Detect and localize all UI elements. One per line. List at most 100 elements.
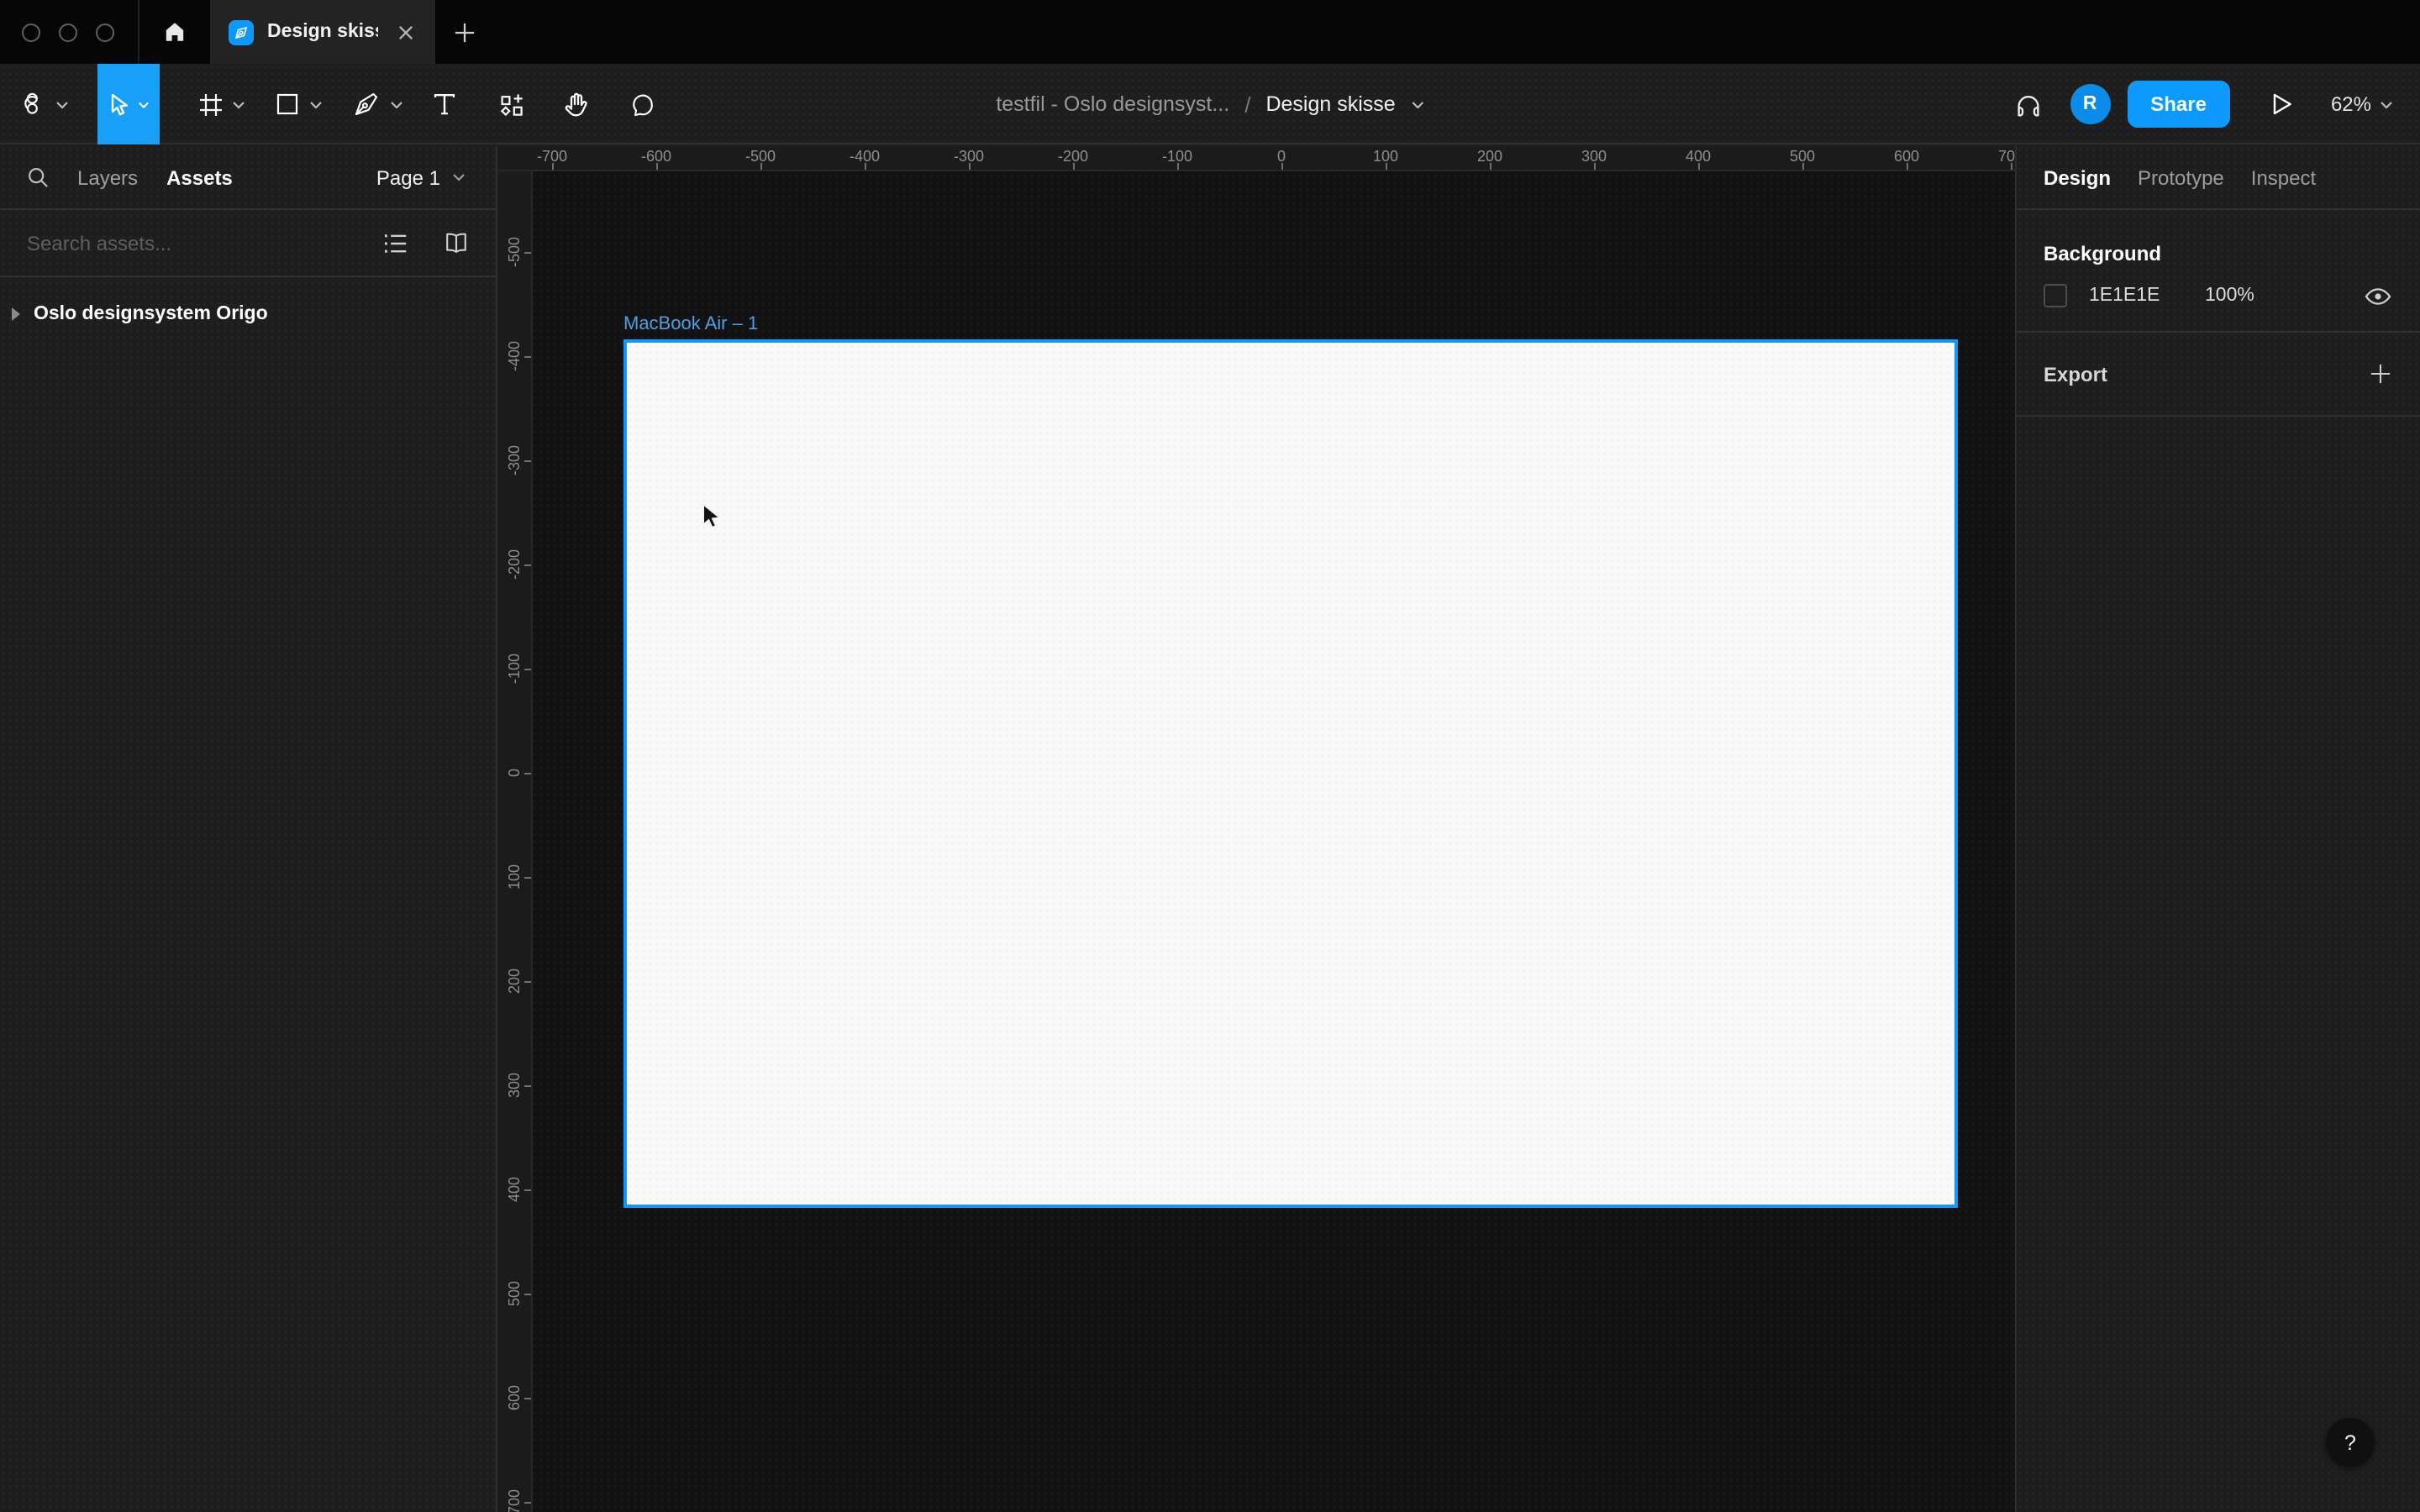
ruler-top-label: -200 xyxy=(1058,148,1088,165)
window-minimize-button[interactable] xyxy=(59,23,77,41)
comment-tool-button[interactable] xyxy=(622,64,662,144)
ruler-left-label: 200 xyxy=(506,969,523,994)
section-divider xyxy=(2017,415,2420,417)
window-zoom-button[interactable] xyxy=(96,23,114,41)
background-hex-value[interactable]: 1E1E1E xyxy=(2089,286,2205,306)
figma-menu-icon xyxy=(19,91,45,118)
headphones-icon xyxy=(2014,92,2041,117)
ruler-tick xyxy=(524,1189,531,1191)
zoom-level-control[interactable]: 62% xyxy=(2311,92,2420,116)
move-tool-chevron[interactable] xyxy=(137,100,149,108)
home-icon xyxy=(163,20,187,44)
ruler-tick xyxy=(1281,163,1282,170)
asset-tree-item[interactable]: Oslo designsystem Origo xyxy=(0,292,496,336)
move-tool-button[interactable] xyxy=(97,64,160,144)
window-controls xyxy=(0,0,138,64)
frame-label[interactable]: MacBook Air – 1 xyxy=(623,314,758,334)
ruler-tick xyxy=(524,1294,531,1295)
ruler-tick xyxy=(1385,163,1386,170)
right-panel-tabs: Design Prototype Inspect xyxy=(2017,146,2420,210)
ruler-tick xyxy=(524,773,531,774)
export-section-row: Export xyxy=(2017,333,2420,415)
ruler-tick xyxy=(864,163,865,170)
help-button[interactable]: ? xyxy=(2326,1418,2375,1467)
tab-close-icon[interactable] xyxy=(392,18,418,45)
share-button[interactable]: Share xyxy=(2127,81,2230,128)
tab-inspect[interactable]: Inspect xyxy=(2251,165,2316,189)
pen-tool-chevron[interactable] xyxy=(385,64,408,144)
window-tab-bar: Design skisse xyxy=(0,0,2420,64)
tab-layers[interactable]: Layers xyxy=(77,165,138,189)
disclosure-triangle-icon[interactable] xyxy=(12,307,20,321)
frame-tool-button[interactable] xyxy=(190,64,230,144)
assets-search-input[interactable]: Search assets... xyxy=(27,231,366,255)
list-view-icon[interactable] xyxy=(383,233,407,253)
window-close-button[interactable] xyxy=(22,23,40,41)
ruler-top-label: -700 xyxy=(537,148,567,165)
present-button[interactable] xyxy=(2254,92,2311,116)
ruler-tick xyxy=(524,669,531,670)
add-export-button[interactable] xyxy=(2370,363,2391,385)
ruler-left-label: 100 xyxy=(506,864,523,890)
ruler-left-label: 700 xyxy=(506,1489,523,1512)
ruler-left-label: -300 xyxy=(506,445,523,475)
ruler-left-label: -500 xyxy=(506,237,523,267)
ruler-top-label: 300 xyxy=(1581,148,1607,165)
home-button[interactable] xyxy=(139,0,210,64)
tab-prototype[interactable]: Prototype xyxy=(2138,165,2224,189)
toolbar: testfil - Oslo designsyst... / Design sk… xyxy=(0,64,2420,144)
background-section-title: Background xyxy=(2017,210,2420,284)
canvas-viewport[interactable]: -500-400-300-200-10001002003004005006007… xyxy=(497,146,2015,1512)
ruler-top-label: 0 xyxy=(1277,148,1286,165)
page-dropdown-chevron[interactable] xyxy=(1411,100,1424,108)
tab-design[interactable]: Design xyxy=(2044,165,2111,189)
ruler-tick xyxy=(655,163,657,170)
active-file-tab[interactable]: Design skisse xyxy=(210,0,435,64)
comment-bubble-icon xyxy=(629,92,655,117)
ruler-tick xyxy=(760,163,761,170)
background-opacity-value[interactable]: 100% xyxy=(2205,286,2365,306)
ruler-top-label: -500 xyxy=(745,148,776,165)
search-icon[interactable] xyxy=(27,166,49,188)
frame-tool-chevron[interactable] xyxy=(227,64,250,144)
hand-tool-button[interactable] xyxy=(556,64,597,144)
resources-tool-button[interactable] xyxy=(491,64,531,144)
ruler-tick xyxy=(1906,163,1907,170)
ruler-top-label: -100 xyxy=(1162,148,1192,165)
user-avatar[interactable]: R xyxy=(2070,84,2110,124)
ruler-top-label: 100 xyxy=(1373,148,1398,165)
ruler-left: -500-400-300-200-10001002003004005006007… xyxy=(497,146,533,1512)
file-type-icon xyxy=(229,19,254,45)
library-book-icon[interactable] xyxy=(444,232,469,254)
ruler-left-label: -400 xyxy=(506,341,523,371)
ruler-tick xyxy=(1802,163,1803,170)
ruler-top-label: 700 xyxy=(1998,148,2015,165)
main-menu-button[interactable] xyxy=(10,64,54,144)
visibility-eye-icon[interactable] xyxy=(2365,286,2391,305)
ruler-left-label: 400 xyxy=(506,1177,523,1202)
text-tool-button[interactable] xyxy=(424,64,464,144)
figma-app-window: Design skisse xyxy=(0,0,2420,1512)
file-path-label: testfil - Oslo designsyst... xyxy=(996,92,1229,116)
main-menu-chevron[interactable] xyxy=(50,64,74,144)
audio-call-button[interactable] xyxy=(1999,92,2056,117)
move-cursor-icon xyxy=(108,92,130,117)
page-selector[interactable]: Page 1 xyxy=(376,165,466,189)
ruler-tick xyxy=(524,564,531,566)
document-title[interactable]: testfil - Oslo designsyst... / Design sk… xyxy=(996,64,1423,144)
pen-tool-button[interactable] xyxy=(346,64,387,144)
ruler-tick xyxy=(524,1085,531,1087)
color-swatch[interactable] xyxy=(2044,284,2067,307)
new-tab-button[interactable] xyxy=(435,0,492,64)
shape-tool-button[interactable] xyxy=(267,64,308,144)
hand-tool-icon xyxy=(563,91,590,118)
ruler-left-label: 0 xyxy=(506,769,523,777)
tab-assets[interactable]: Assets xyxy=(166,165,233,189)
design-frame[interactable] xyxy=(623,339,1958,1208)
ruler-tick xyxy=(1176,163,1178,170)
content-region: Layers Assets Page 1 Search assets... xyxy=(0,146,2420,1512)
shape-tool-chevron[interactable] xyxy=(304,64,328,144)
background-color-row: 1E1E1E 100% xyxy=(2017,284,2420,331)
ruler-left-label: 300 xyxy=(506,1073,523,1098)
breadcrumb-separator: / xyxy=(1244,92,1250,117)
